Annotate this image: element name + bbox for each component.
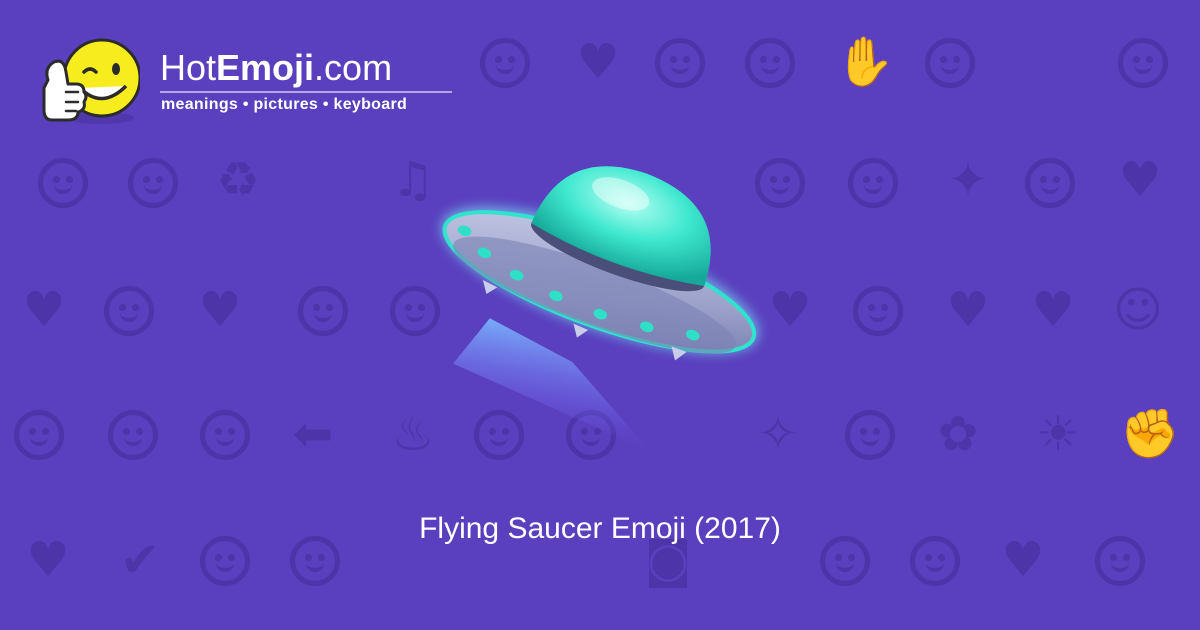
heart-icon: ♥ bbox=[576, 34, 620, 90]
smiley-icon bbox=[108, 410, 158, 460]
site-name-suffix: .com bbox=[314, 47, 393, 88]
smiley-icon bbox=[1118, 38, 1168, 88]
smiley-icon bbox=[925, 38, 975, 88]
heart-icon: ♥ bbox=[946, 282, 990, 338]
site-tagline: meanings • pictures • keyboard bbox=[161, 96, 408, 113]
flying-saucer-icon bbox=[441, 166, 759, 452]
site-name-prefix: Hot bbox=[160, 47, 217, 88]
logo-divider bbox=[160, 91, 452, 93]
hand-icon: ✋ bbox=[835, 34, 895, 90]
smiley-icon bbox=[845, 410, 895, 460]
arrow-left-icon: ⬅ bbox=[292, 406, 334, 462]
smiley-icon bbox=[853, 286, 903, 336]
recycle-icon: ♻ bbox=[216, 152, 260, 208]
smiley-icon bbox=[200, 410, 250, 460]
sparkles-icon: ✦ bbox=[947, 152, 989, 208]
heart-icon: ♥ bbox=[1118, 152, 1162, 208]
smiley-icon bbox=[745, 38, 795, 88]
site-name: HotEmoji.com bbox=[160, 48, 392, 88]
heart-icon: ♥ bbox=[198, 282, 242, 338]
emoji-caption: Flying Saucer Emoji (2017) bbox=[419, 512, 781, 545]
smiley-icon bbox=[14, 410, 64, 460]
heart-icon: ♥ bbox=[1031, 282, 1075, 338]
rose-icon: ✿ bbox=[937, 406, 979, 462]
smiley-icon bbox=[480, 38, 530, 88]
smiley-icon bbox=[1025, 158, 1075, 208]
smiley-icon bbox=[104, 286, 154, 336]
smiley-icon bbox=[128, 158, 178, 208]
monkey-icon: ☺ bbox=[1112, 282, 1164, 338]
flexed-arm-icon: ✊ bbox=[1120, 406, 1180, 462]
thumbs-up-winking-face-icon bbox=[42, 38, 140, 124]
smiley-icon bbox=[298, 286, 348, 336]
smiley-icon bbox=[38, 158, 88, 208]
site-name-bold: Emoji bbox=[216, 47, 315, 88]
smiley-icon bbox=[655, 38, 705, 88]
sun-icon: ☀ bbox=[1036, 406, 1080, 462]
broken-heart-icon: ♥ bbox=[22, 282, 66, 338]
smiley-icon bbox=[848, 158, 898, 208]
